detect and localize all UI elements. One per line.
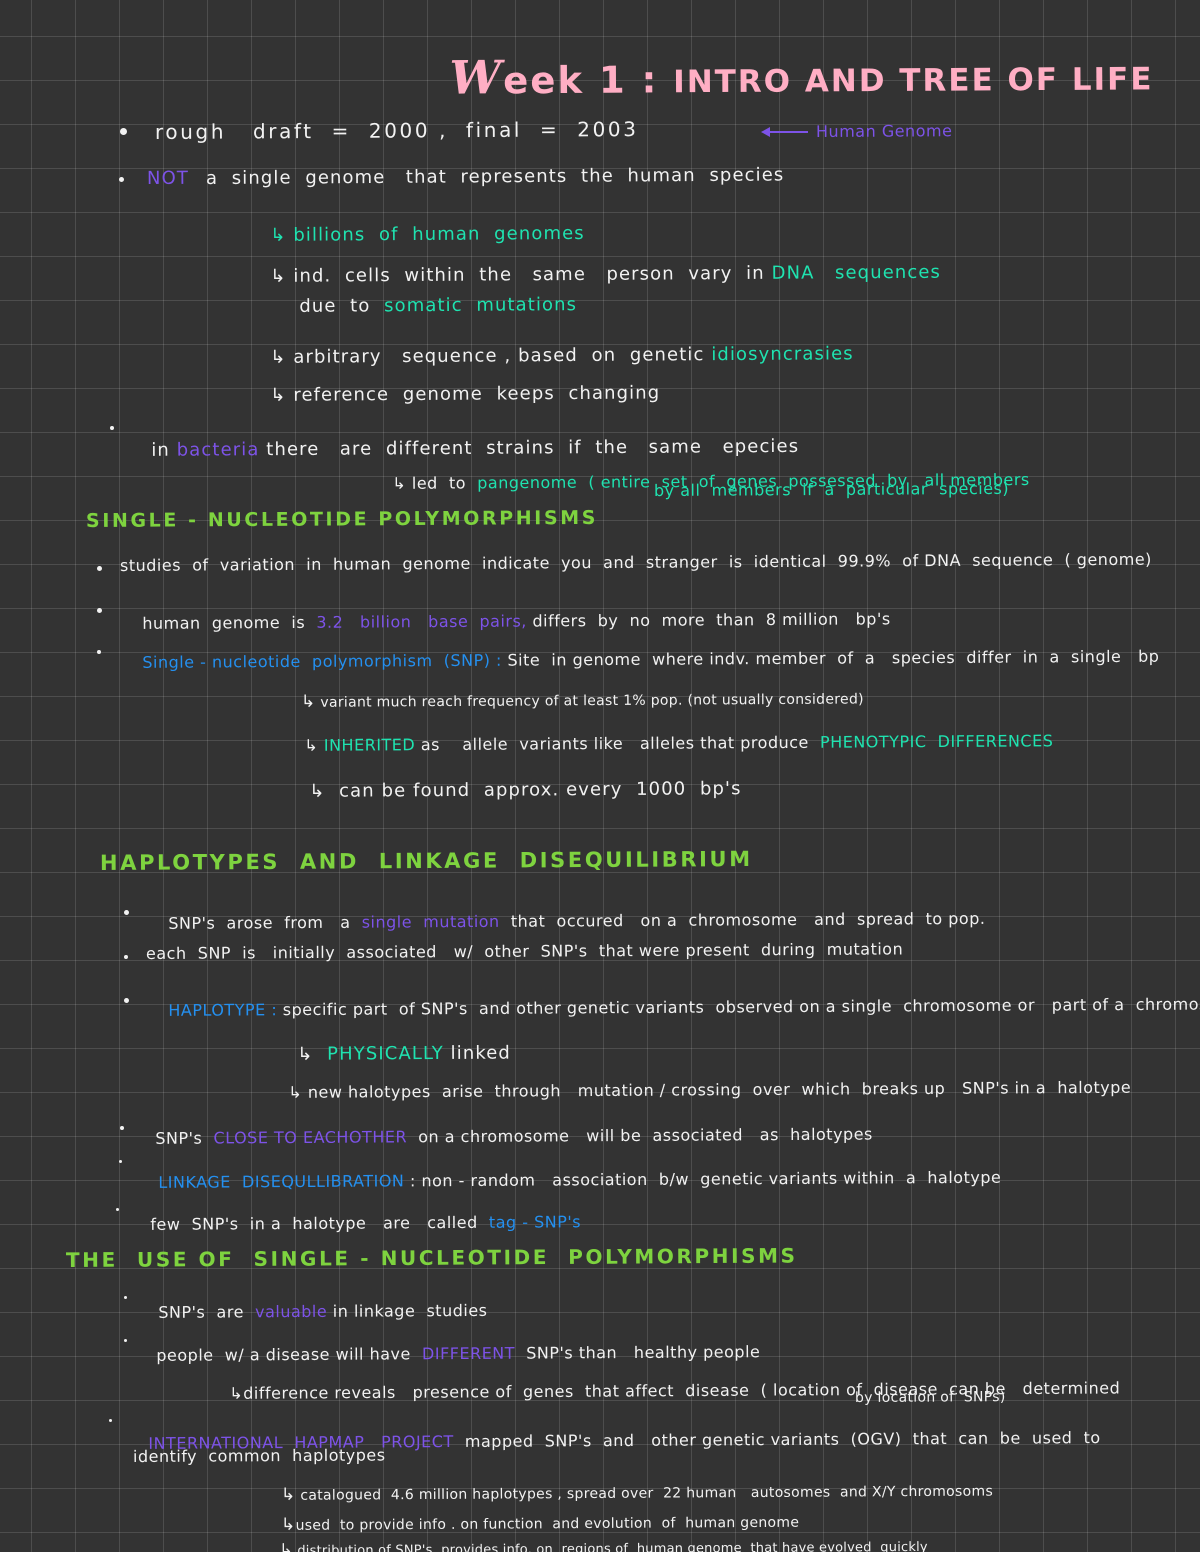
bullet-marker <box>116 1208 119 1211</box>
inherited-highlight: INHERITED <box>323 735 416 755</box>
sub-arrow-icon: ↳ <box>229 1383 244 1403</box>
valuable-highlight: valuable <box>255 1301 328 1322</box>
bullet-marker <box>119 177 124 182</box>
intro-sub-5-line2: by all members if a particular species) <box>653 478 1010 500</box>
title-separator: : <box>641 58 659 102</box>
use-sub-4: ↳ distribution of SNP's provides info. o… <box>262 1525 928 1552</box>
intro-sub-2-line2: due to somatic mutations <box>299 294 578 317</box>
intro-bullet-2-text: a single genome that represents the huma… <box>205 164 785 189</box>
title-rest: eek 1 <box>503 58 627 103</box>
sub-arrow-icon: ↳ <box>309 780 326 802</box>
sub-arrow-icon: ↳ <box>270 346 287 368</box>
bullet-marker <box>124 910 129 915</box>
haplotype-section-heading: HAPLOTYPES AND LINKAGE DISEQUILIBRIUM <box>99 847 753 875</box>
bullet-marker <box>124 998 129 1003</box>
intro-sub-3-highlight: idiosyncrasies <box>711 343 854 366</box>
intro-bullet-1: rough draft = 2000 , final = 2003 <box>154 117 639 144</box>
haplotype-bullet-3: HAPLOTYPE : specific part of SNP's and o… <box>168 994 1200 1020</box>
phenotypic-differences-highlight: PHENOTYPIC DIFFERENCES <box>819 731 1054 752</box>
sub-arrow-icon: ↳ <box>270 224 287 246</box>
base-pairs-highlight: 3.2 billion base pairs, <box>316 611 527 632</box>
sub-arrow-icon: ↳ <box>279 1539 294 1552</box>
close-to-eachother-highlight: CLOSE TO EACHOTHER <box>213 1127 408 1148</box>
bullet-marker <box>120 128 127 135</box>
bullet-marker <box>109 1419 112 1422</box>
intro-bullet-2-emphasis: NOT <box>146 167 189 189</box>
bullet-marker <box>119 1160 122 1163</box>
arrow-line <box>768 131 808 133</box>
title-subject: INTRO AND TREE OF LIFE <box>673 61 1154 101</box>
bullet-marker <box>120 1126 124 1130</box>
intro-sub-4: ↳ reference genome keeps changing <box>270 382 661 406</box>
notebook-page: Week 1 : INTRO AND TREE OF LIFE rough dr… <box>0 0 1200 1552</box>
bullet-marker <box>97 566 102 571</box>
bullet-marker <box>97 608 102 613</box>
snp-bullet-1: studies of variation in human genome ind… <box>119 549 1152 575</box>
sub-arrow-icon: ↳ <box>304 735 319 755</box>
intro-sub-2-highlight: DNA sequences <box>771 261 942 284</box>
physically-highlight: PHYSICALLY <box>327 1042 444 1065</box>
sub-arrow-icon: ↳ <box>280 1484 296 1505</box>
human-genome-annotation: Human Genome <box>815 121 953 141</box>
snp-sub-3: ↳ can be found approx. every 1000 bp's <box>309 778 742 802</box>
snp-sub-1: ↳ variant much reach frequency of at lea… <box>300 691 864 712</box>
arrow-head-icon <box>761 127 770 137</box>
haplotype-bullet-6: few SNP's in a halotype are called tag -… <box>150 1212 582 1234</box>
haplotype-term: HAPLOTYPE : <box>168 1000 278 1020</box>
bullet-marker <box>110 426 114 430</box>
sub-arrow-icon: ↳ <box>392 473 407 493</box>
linkage-disequilibrium-term: LINKAGE DISEQULLIBRATION <box>158 1171 405 1192</box>
title-first-letter: W <box>449 50 504 105</box>
bullet-marker <box>124 1296 127 1299</box>
sub-arrow-icon: ↳ <box>297 1043 314 1065</box>
haplotype-sub-2: ↳ new halotypes arise through mutation /… <box>288 1077 1132 1102</box>
snp-term: Single - nucleotide polymorphism (SNP) : <box>142 650 502 672</box>
sub-arrow-icon: ↳ <box>270 384 287 406</box>
tag-snps-highlight: tag - SNP's <box>488 1212 582 1232</box>
use-bullet-3-continued: identify common haplotypes <box>132 1445 386 1466</box>
sub-arrow-icon: ↳ <box>300 691 316 712</box>
use-section-heading: THE USE OF SINGLE - NUCLEOTIDE POLYMORPH… <box>65 1243 798 1272</box>
single-mutation-highlight: single mutation <box>361 911 500 932</box>
bullet-marker <box>124 1339 127 1342</box>
haplotype-bullet-2: each SNP is initially associated w/ othe… <box>145 939 904 963</box>
sub-arrow-icon: ↳ <box>288 1082 303 1102</box>
different-highlight: DIFFERENT <box>421 1343 516 1364</box>
bullet-marker <box>124 955 128 959</box>
intro-sub-2-highlight-2: somatic mutations <box>384 294 578 317</box>
bullet-marker <box>97 650 101 654</box>
use-sub-1-line2: by location of SNPs) <box>854 1389 1006 1406</box>
snp-section-heading: SINGLE - NUCLEOTIDE POLYMORPHISMS <box>85 506 599 532</box>
bacteria-highlight: bacteria <box>176 439 260 461</box>
